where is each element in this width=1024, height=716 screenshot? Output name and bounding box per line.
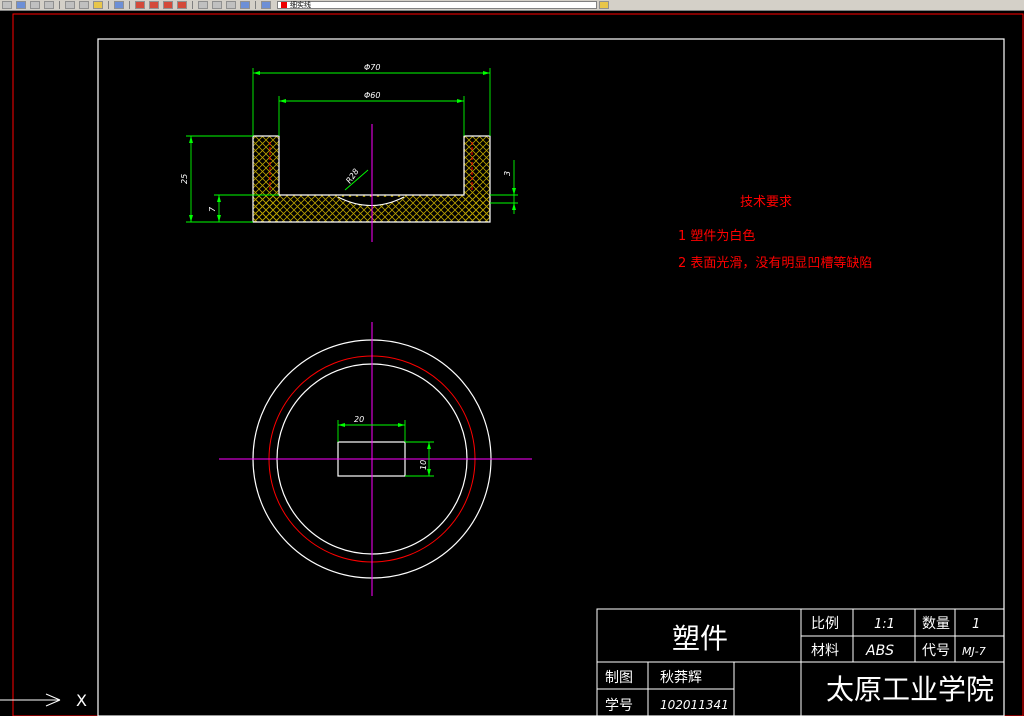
tech-requirements[interactable]: 技术要求 1 塑件为白色 2 表面光滑，没有明显凹槽等缺陷 — [678, 195, 872, 271]
ucs-x-label: X — [76, 691, 87, 710]
front-section-view[interactable] — [252, 124, 491, 242]
outer-sheet-border — [12, 13, 1024, 716]
dim-outer-dia: Φ70 — [364, 63, 380, 72]
dim-bottom: 7 — [208, 206, 217, 212]
dim-slot-width: 20 — [354, 415, 364, 424]
dim-inner-dia: Φ60 — [364, 91, 380, 100]
qty-value: 1 — [972, 617, 980, 632]
scale-value: 1:1 — [874, 617, 895, 632]
material-label: 材料 — [811, 643, 839, 659]
qty-label: 数量 — [922, 616, 950, 632]
student-id-value: 102011341 — [660, 698, 729, 712]
dim-radius: R28 — [344, 167, 360, 185]
drawn-by-value: 秋莽辉 — [660, 670, 702, 686]
tech-req-item-1: 1 塑件为白色 — [678, 228, 755, 244]
part-name: 塑件 — [672, 622, 728, 655]
code-label: 代号 — [922, 643, 950, 659]
dim-right-step: 3 — [503, 171, 512, 176]
inner-frame-border — [97, 38, 1005, 716]
drawn-by-label: 制图 — [605, 670, 633, 686]
top-view[interactable] — [219, 322, 532, 596]
tech-req-item-2: 2 表面光滑，没有明显凹槽等缺陷 — [678, 255, 872, 271]
student-id-label: 学号 — [605, 698, 633, 714]
drawing-canvas[interactable]: Φ70 Φ60 25 7 3 R28 20 10 技术要求 1 塑件为白色 2 … — [0, 0, 1024, 716]
slot-dimension-arrows — [338, 423, 431, 476]
dim-slot-height: 10 — [419, 460, 428, 470]
school-name: 太原工业学院 — [826, 673, 994, 706]
material-value: ABS — [865, 643, 894, 659]
scale-label: 比例 — [811, 616, 839, 632]
code-value: MJ-7 — [962, 645, 986, 658]
dim-height: 25 — [180, 174, 189, 184]
tech-req-title: 技术要求 — [740, 195, 792, 210]
